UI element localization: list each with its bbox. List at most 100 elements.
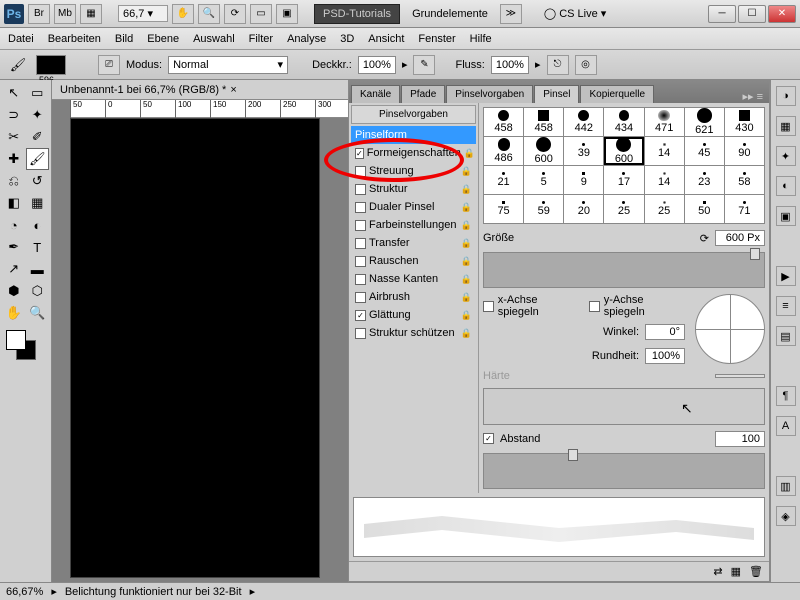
lasso-tool[interactable]: ⊃ xyxy=(2,104,26,126)
brush-tip[interactable]: 21 xyxy=(484,166,523,194)
spacing-slider[interactable] xyxy=(483,453,765,489)
menu-ebene[interactable]: Ebene xyxy=(147,33,179,45)
eraser-tool[interactable]: ◧ xyxy=(2,192,26,214)
brush-tip[interactable]: 486 xyxy=(484,137,523,165)
rotate-view-button[interactable]: ⟳ xyxy=(224,4,246,24)
tab-kopierquelle[interactable]: Kopierquelle xyxy=(580,85,654,103)
dock-swatches-icon[interactable]: ▦ xyxy=(776,116,796,136)
brush-tip[interactable]: 600 xyxy=(524,137,563,165)
brush-tip[interactable]: 58 xyxy=(725,166,764,194)
dock-history-icon[interactable]: ≡ xyxy=(776,296,796,316)
zoom-tool-button[interactable]: 🔍 xyxy=(198,4,220,24)
brush-option-glättung[interactable]: ✓Glättung🔒 xyxy=(351,306,476,324)
menu-datei[interactable]: Datei xyxy=(8,33,34,45)
menu-bearbeiten[interactable]: Bearbeiten xyxy=(48,33,101,45)
new-brush-icon[interactable]: ▦ xyxy=(731,565,741,578)
brush-tip[interactable]: 14 xyxy=(645,166,684,194)
brush-option-struktur[interactable]: Struktur🔒 xyxy=(351,180,476,198)
brush-option-dualer-pinsel[interactable]: Dualer Pinsel🔒 xyxy=(351,198,476,216)
close-button[interactable]: ✕ xyxy=(768,5,796,23)
stamp-tool[interactable]: ⎌ xyxy=(2,170,26,192)
brush-tip[interactable]: 71 xyxy=(725,195,764,223)
tablet-opacity-icon[interactable]: ✎ xyxy=(413,55,435,75)
brush-tip[interactable]: 17 xyxy=(604,166,643,194)
angle-value[interactable]: 0° xyxy=(645,324,685,340)
brush-tip[interactable]: 75 xyxy=(484,195,523,223)
dock-paragraph-icon[interactable]: ¶ xyxy=(776,386,796,406)
brush-tip[interactable]: 25 xyxy=(604,195,643,223)
brush-panel-toggle[interactable]: ⎚ xyxy=(98,55,120,75)
eyedropper-tool[interactable]: ✐ xyxy=(26,126,50,148)
pen-tool[interactable]: ✒ xyxy=(2,236,26,258)
current-tool-icon[interactable]: 🖌 xyxy=(6,54,30,76)
move-tool[interactable]: ↖ xyxy=(2,82,26,104)
heal-tool[interactable]: ✚ xyxy=(2,148,26,170)
zoom-tool[interactable]: 🔍 xyxy=(26,302,50,324)
menu-bild[interactable]: Bild xyxy=(115,33,133,45)
type-tool[interactable]: T xyxy=(26,236,50,258)
path-select-tool[interactable]: ↗ xyxy=(2,258,26,280)
brush-option-farbeinstellungen[interactable]: Farbeinstellungen🔒 xyxy=(351,216,476,234)
status-zoom[interactable]: 66,67% xyxy=(6,586,43,598)
menu-filter[interactable]: Filter xyxy=(249,33,273,45)
brush-tip[interactable]: 9 xyxy=(564,166,603,194)
screen-mode-button[interactable]: ▣ xyxy=(276,4,298,24)
menu-analyse[interactable]: Analyse xyxy=(287,33,326,45)
brush-tip[interactable]: 458 xyxy=(484,108,523,136)
workspace-selector[interactable]: Grundelemente xyxy=(404,6,496,22)
menu-fenster[interactable]: Fenster xyxy=(418,33,455,45)
foreground-color[interactable] xyxy=(6,330,26,350)
brush-option-streuung[interactable]: Streuung🔒 xyxy=(351,162,476,180)
crop-tool[interactable]: ✂ xyxy=(2,126,26,148)
dock-character-icon[interactable]: A xyxy=(776,416,796,436)
angle-widget[interactable] xyxy=(695,294,765,364)
gradient-tool[interactable]: ▦ xyxy=(26,192,50,214)
dock-masks-icon[interactable]: ▣ xyxy=(776,206,796,226)
brush-tip[interactable]: 39 xyxy=(564,137,603,165)
opacity-field[interactable]: 100% xyxy=(358,56,396,74)
brush-tip[interactable]: 458 xyxy=(524,108,563,136)
brush-option-nasse-kanten[interactable]: Nasse Kanten🔒 xyxy=(351,270,476,288)
blur-tool[interactable]: ◔ xyxy=(2,214,26,236)
workspace-selector-dark[interactable]: PSD-Tutorials xyxy=(314,4,400,24)
flip-y-checkbox[interactable]: y-Achse spiegeln xyxy=(589,294,685,318)
brush-option-pinselform[interactable]: Pinselform xyxy=(351,126,476,144)
size-value[interactable]: 600 Px xyxy=(715,230,765,246)
more-workspaces[interactable]: ≫ xyxy=(500,4,522,24)
minimize-button[interactable]: ─ xyxy=(708,5,736,23)
spacing-value[interactable]: 100 xyxy=(715,431,765,447)
tab-pinselvorgaben[interactable]: Pinselvorgaben xyxy=(446,85,533,103)
panel-menu-icon[interactable]: ▸▸ ≡ xyxy=(738,90,767,103)
brush-tip[interactable]: 621 xyxy=(685,108,724,136)
tab-kanaele[interactable]: Kanäle xyxy=(351,85,400,103)
spacing-checkbox[interactable]: ✓ xyxy=(483,433,494,444)
brush-tip[interactable]: 430 xyxy=(725,108,764,136)
mode-select[interactable]: Normal▾ xyxy=(168,56,288,74)
dock-navigator-icon[interactable]: ▥ xyxy=(776,476,796,496)
airbrush-icon[interactable]: ⎋ xyxy=(547,55,569,75)
roundness-value[interactable]: 100% xyxy=(645,348,685,364)
tab-pfade[interactable]: Pfade xyxy=(401,85,445,103)
dock-styles-icon[interactable]: ✦ xyxy=(776,146,796,166)
dock-color-icon[interactable]: ◑ xyxy=(776,86,796,106)
brush-tip[interactable]: 59 xyxy=(524,195,563,223)
flip-x-checkbox[interactable]: x-Achse spiegeln xyxy=(483,294,579,318)
hand-tool-button[interactable]: ✋ xyxy=(172,4,194,24)
size-slider[interactable] xyxy=(483,252,765,288)
brush-option-transfer[interactable]: Transfer🔒 xyxy=(351,234,476,252)
zoom-level[interactable]: 66,7 ▾ xyxy=(118,5,168,22)
trash-icon[interactable]: 🗑 xyxy=(749,565,763,578)
dock-layers-icon[interactable]: ▤ xyxy=(776,326,796,346)
cs-live-button[interactable]: ◯ CS Live ▾ xyxy=(544,7,606,20)
brush-option-rauschen[interactable]: Rauschen🔒 xyxy=(351,252,476,270)
brush-option-formeigenschaften[interactable]: ✓Formeigenschaften🔒 xyxy=(351,144,476,162)
dock-info-icon[interactable]: ◈ xyxy=(776,506,796,526)
bridge-button[interactable]: Br xyxy=(28,4,50,24)
dodge-tool[interactable]: ◐ xyxy=(26,214,50,236)
brush-tip[interactable]: 25 xyxy=(645,195,684,223)
brush-option-struktur-schützen[interactable]: Struktur schützen🔒 xyxy=(351,324,476,342)
brush-tip[interactable]: 14 xyxy=(645,137,684,165)
arrange-button[interactable]: ▭ xyxy=(250,4,272,24)
marquee-tool[interactable]: ▭ xyxy=(26,82,50,104)
close-icon[interactable]: × xyxy=(230,84,236,96)
